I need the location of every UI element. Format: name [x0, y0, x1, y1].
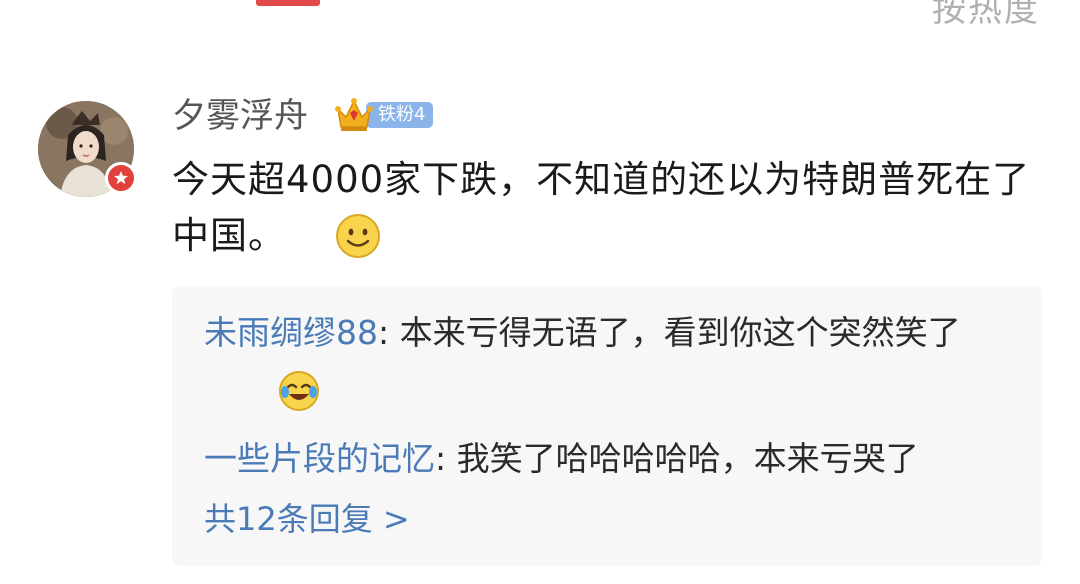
smile-emoji-icon	[336, 214, 380, 258]
reply-text: : 本来亏得无语了，看到你这个突然笑了	[378, 313, 961, 352]
verified-star-badge-icon	[105, 162, 137, 194]
reply-item[interactable]: 未雨绸缪88: 本来亏得无语了，看到你这个突然笑了	[204, 306, 1024, 360]
replies-panel: 未雨绸缪88: 本来亏得无语了，看到你这个突然笑了 一些片段的记忆: 我笑了哈哈…	[172, 286, 1042, 566]
comment-screen: 按热度 夕雾浮舟 铁粉4 今天超4000家下跌，不知道的还以为特朗普死在了中国。…	[0, 0, 1080, 584]
sort-by-hot-button[interactable]: 按热度	[932, 0, 1040, 31]
view-all-replies-link[interactable]: 共12条回复 >	[204, 494, 410, 544]
comment-username[interactable]: 夕雾浮舟	[172, 94, 308, 138]
reply-text: : 我笑了哈哈哈哈哈，本来亏哭了	[435, 439, 919, 478]
active-tab-indicator	[256, 0, 320, 6]
reply-item[interactable]: 一些片段的记忆: 我笑了哈哈哈哈哈，本来亏哭了	[204, 432, 1024, 486]
reply-author[interactable]: 未雨绸缪88	[204, 313, 378, 352]
comment-body: 今天超4000家下跌，不知道的还以为特朗普死在了中国。	[172, 158, 1031, 257]
fan-level-label: 铁粉4	[366, 102, 434, 128]
crown-icon	[335, 98, 373, 131]
fan-level-badge: 铁粉4	[334, 97, 434, 133]
reply-author[interactable]: 一些片段的记忆	[204, 439, 435, 478]
laugh-cry-emoji-icon	[279, 371, 319, 411]
